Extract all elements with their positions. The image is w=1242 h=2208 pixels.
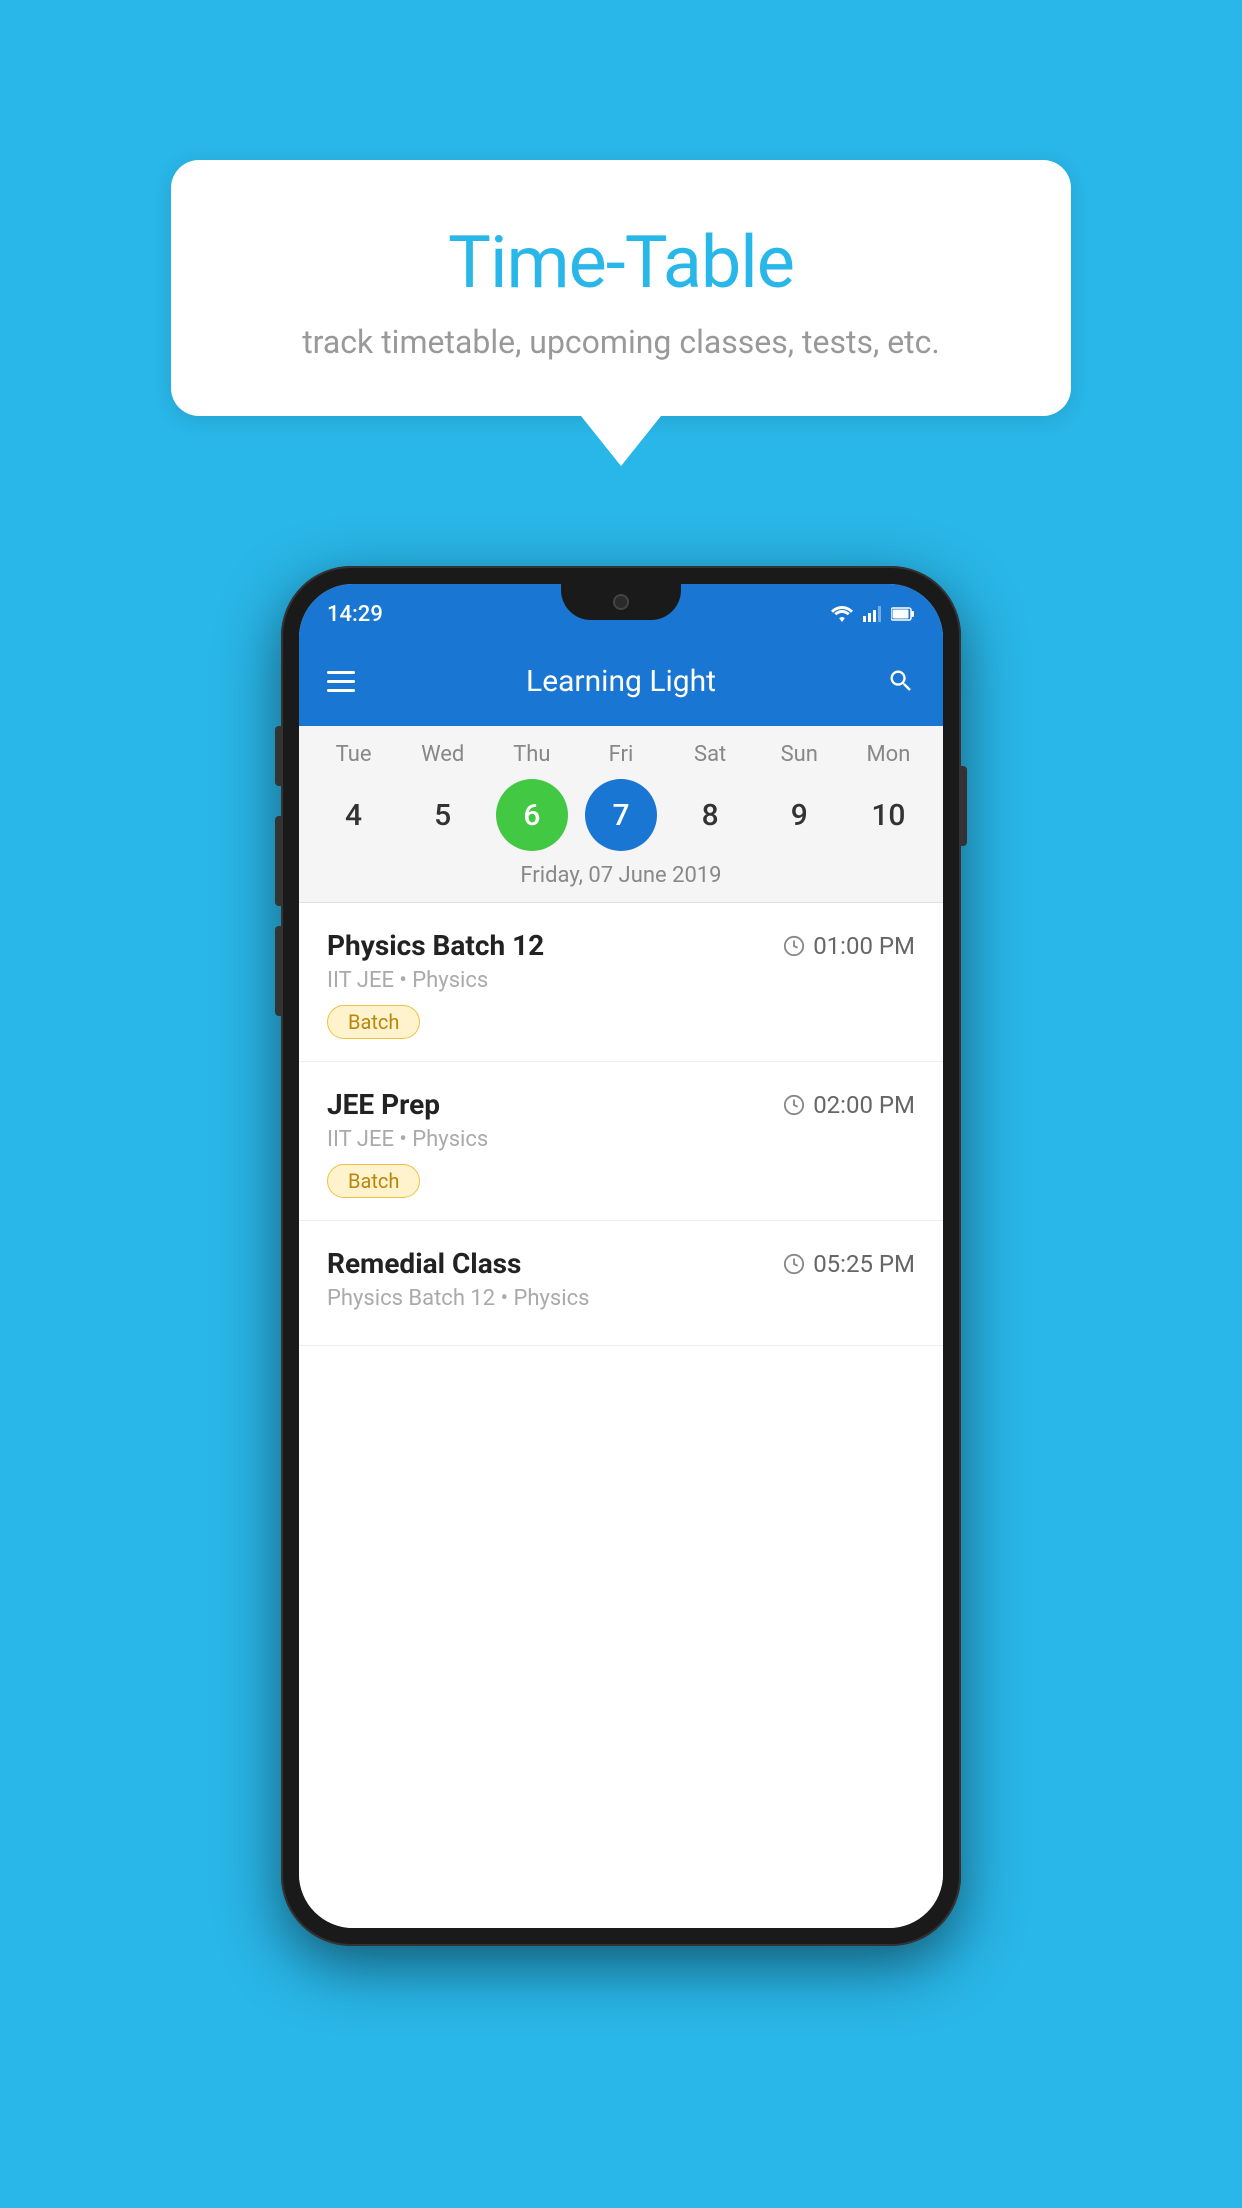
schedule-item-3[interactable]: Remedial Class 05:25 PM Physics Batch 12… <box>299 1221 943 1346</box>
volume-silent-button <box>275 726 281 786</box>
feature-title: Time-Table <box>251 220 991 305</box>
wifi-icon <box>831 606 853 622</box>
day-8[interactable]: 8 <box>674 779 746 851</box>
status-icons <box>831 606 915 622</box>
day-header-thu: Thu <box>492 742 572 767</box>
schedule-item-1-batch-badge: Batch <box>327 1005 420 1039</box>
schedule-item-3-title: Remedial Class <box>327 1247 521 1280</box>
schedule-item-2-title: JEE Prep <box>327 1088 440 1121</box>
schedule-item-2-time: 02:00 PM <box>783 1091 915 1119</box>
volume-down-button <box>275 926 281 1016</box>
signal-icon <box>863 606 881 622</box>
schedule-item-3-time: 05:25 PM <box>783 1250 915 1278</box>
day-header-fri: Fri <box>581 742 661 767</box>
day-5[interactable]: 5 <box>407 779 479 851</box>
camera <box>613 594 629 610</box>
day-headers: Tue Wed Thu Fri Sat Sun Mon <box>299 742 943 767</box>
clock-icon-1 <box>783 935 805 957</box>
phone-body: 14:29 <box>281 566 961 1946</box>
schedule-item-1-time: 01:00 PM <box>783 932 915 960</box>
schedule-item-3-subtitle: Physics Batch 12 • Physics <box>327 1286 915 1311</box>
clock-icon-3 <box>783 1253 805 1275</box>
day-4[interactable]: 4 <box>318 779 390 851</box>
schedule-item-1-header: Physics Batch 12 01:00 PM <box>327 929 915 962</box>
schedule-item-3-header: Remedial Class 05:25 PM <box>327 1247 915 1280</box>
hamburger-menu-icon[interactable] <box>327 671 355 692</box>
schedule-item-2-batch-badge: Batch <box>327 1164 420 1198</box>
day-header-wed: Wed <box>403 742 483 767</box>
day-numbers: 4 5 6 7 8 9 10 <box>299 767 943 855</box>
day-header-sun: Sun <box>759 742 839 767</box>
day-header-tue: Tue <box>314 742 394 767</box>
schedule-item-1-subtitle: IIT JEE • Physics <box>327 968 915 993</box>
day-header-sat: Sat <box>670 742 750 767</box>
app-bar: Learning Light <box>299 636 943 726</box>
speech-bubble: Time-Table track timetable, upcoming cla… <box>171 160 1071 416</box>
feature-subtitle: track timetable, upcoming classes, tests… <box>251 323 991 361</box>
power-button <box>961 766 967 846</box>
app-bar-title: Learning Light <box>355 664 887 699</box>
schedule-item-2-subtitle: IIT JEE • Physics <box>327 1127 915 1152</box>
search-icon[interactable] <box>887 667 915 695</box>
day-7-selected[interactable]: 7 <box>585 779 657 851</box>
speech-bubble-container: Time-Table track timetable, upcoming cla… <box>171 160 1071 466</box>
selected-date-label: Friday, 07 June 2019 <box>299 855 943 902</box>
phone-screen: 14:29 <box>299 584 943 1928</box>
schedule-list: Physics Batch 12 01:00 PM IIT JEE • Phys… <box>299 903 943 1928</box>
schedule-item-1[interactable]: Physics Batch 12 01:00 PM IIT JEE • Phys… <box>299 903 943 1062</box>
day-9[interactable]: 9 <box>763 779 835 851</box>
speech-bubble-pointer <box>581 416 661 466</box>
volume-up-button <box>275 816 281 906</box>
schedule-item-2[interactable]: JEE Prep 02:00 PM IIT JEE • Physics Batc… <box>299 1062 943 1221</box>
schedule-item-1-title: Physics Batch 12 <box>327 929 544 962</box>
battery-icon <box>891 607 915 621</box>
day-6-today[interactable]: 6 <box>496 779 568 851</box>
schedule-item-2-header: JEE Prep 02:00 PM <box>327 1088 915 1121</box>
phone-notch <box>561 584 681 620</box>
clock-icon-2 <box>783 1094 805 1116</box>
calendar-strip: Tue Wed Thu Fri Sat Sun Mon 4 5 6 7 8 9 … <box>299 726 943 903</box>
day-10[interactable]: 10 <box>852 779 924 851</box>
day-header-mon: Mon <box>848 742 928 767</box>
phone-mockup: 14:29 <box>281 566 961 1946</box>
status-time: 14:29 <box>327 602 383 627</box>
